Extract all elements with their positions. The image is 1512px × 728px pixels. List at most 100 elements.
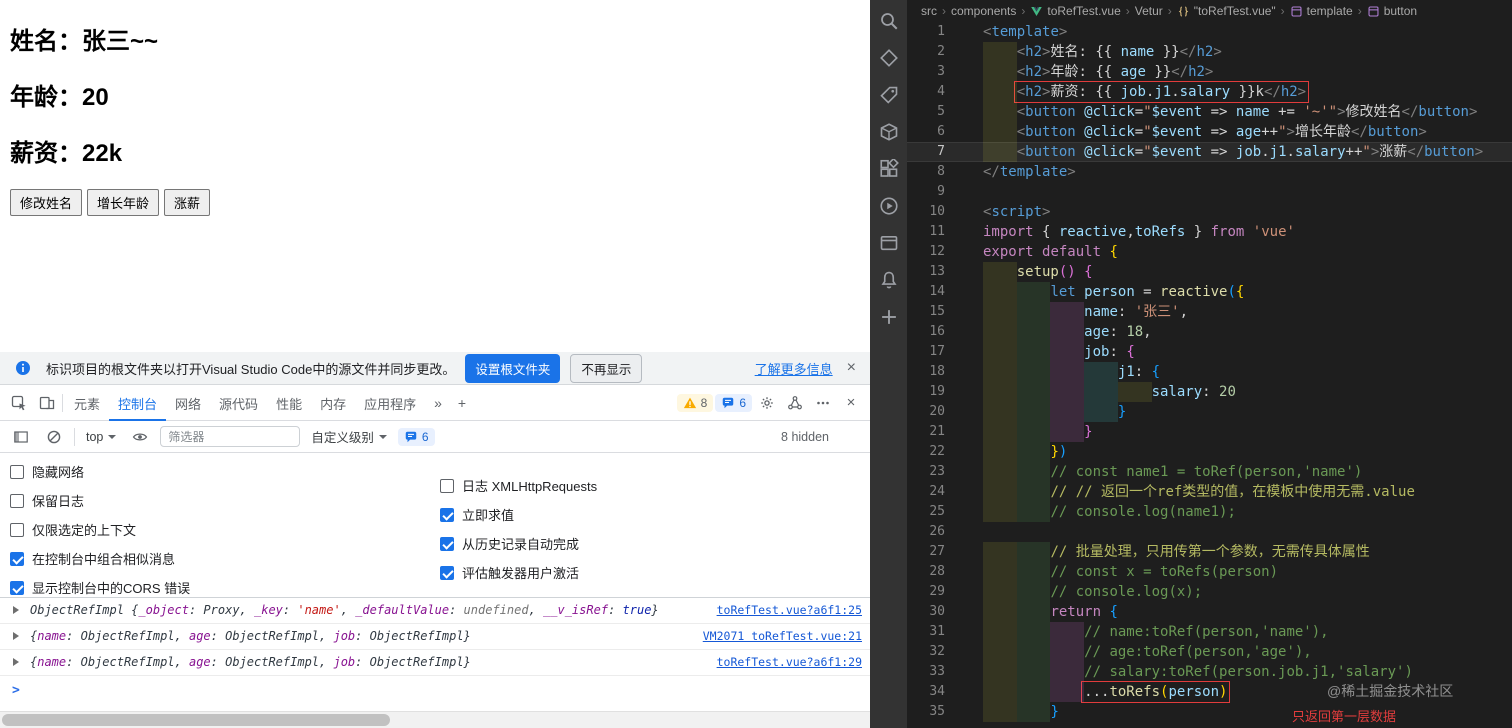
warnings-badge[interactable]: 8 bbox=[676, 393, 714, 412]
devtools-tab[interactable]: 控制台 bbox=[109, 385, 166, 421]
settings-checkbox[interactable]: 保留日志 bbox=[10, 491, 440, 510]
checkbox-checked-icon[interactable] bbox=[440, 507, 454, 522]
horizontal-scrollbar[interactable] bbox=[0, 711, 870, 728]
page-button[interactable]: 增长年龄 bbox=[87, 189, 160, 216]
settings-checkbox[interactable]: 仅限选定的上下文 bbox=[10, 520, 440, 539]
settings-checkbox[interactable]: 显示控制台中的CORS 错误 bbox=[10, 578, 440, 597]
context-selector[interactable]: top bbox=[82, 428, 120, 446]
code-line[interactable]: 1 <template> bbox=[907, 22, 1512, 42]
code-line[interactable]: 19 salary: 20 bbox=[907, 382, 1512, 402]
code-line[interactable]: 22 }) bbox=[907, 442, 1512, 462]
code-line[interactable]: 12 export default { bbox=[907, 242, 1512, 262]
breadcrumb-item[interactable]: toRefTest.vue bbox=[1030, 4, 1121, 18]
code-line[interactable]: 15 name: '张三', bbox=[907, 302, 1512, 322]
code-line[interactable]: 25 // console.log(name1); bbox=[907, 502, 1512, 522]
learn-more-link[interactable]: 了解更多信息 bbox=[755, 359, 833, 378]
checkbox-unchecked-icon[interactable] bbox=[10, 493, 24, 508]
console-message-row[interactable]: {name: ObjectRefImpl, age: ObjectRefImpl… bbox=[0, 650, 870, 676]
breadcrumb-item[interactable]: "toRefTest.vue" bbox=[1177, 4, 1276, 18]
set-root-folder-button[interactable]: 设置根文件夹 bbox=[465, 353, 561, 383]
tag-icon[interactable] bbox=[877, 83, 900, 106]
bell-icon[interactable] bbox=[877, 268, 900, 291]
code-line[interactable]: 32 // age:toRef(person,'age'), bbox=[907, 642, 1512, 662]
infobar-close-icon[interactable]: × bbox=[843, 359, 860, 377]
checkbox-unchecked-icon[interactable] bbox=[440, 478, 454, 493]
devtools-tab[interactable]: 应用程序 bbox=[355, 385, 425, 421]
window-icon[interactable] bbox=[877, 231, 900, 254]
code-line[interactable]: 7 <button @click="$event => job.j1.salar… bbox=[907, 142, 1512, 162]
settings-gear-icon[interactable] bbox=[754, 390, 780, 416]
code-line[interactable]: 20 } bbox=[907, 402, 1512, 422]
checkbox-unchecked-icon[interactable] bbox=[10, 522, 24, 537]
code-line[interactable]: 23 // const name1 = toRef(person,'name') bbox=[907, 462, 1512, 482]
dont-show-again-button[interactable]: 不再显示 bbox=[570, 353, 643, 383]
breadcrumb-item[interactable]: src bbox=[921, 4, 937, 18]
code-line[interactable]: 27 // 批量处理，只用传第一个参数，无需传具体属性 bbox=[907, 542, 1512, 562]
settings-checkbox[interactable]: 立即求值 bbox=[440, 505, 597, 524]
checkbox-checked-icon[interactable] bbox=[10, 580, 24, 595]
code-line[interactable]: 33 // salary:toRef(person.job.j1,'salary… bbox=[907, 662, 1512, 682]
console-sidebar-icon[interactable] bbox=[8, 424, 34, 450]
run-icon[interactable] bbox=[877, 194, 900, 217]
issues-badge[interactable]: 6 bbox=[715, 393, 752, 412]
source-link[interactable]: toRefTest.vue?a6f1:25 bbox=[717, 603, 862, 618]
checkbox-checked-icon[interactable] bbox=[10, 551, 24, 566]
add-icon[interactable] bbox=[877, 305, 900, 328]
disclosure-triangle-icon[interactable] bbox=[13, 632, 19, 640]
console-message-row[interactable]: ObjectRefImpl {_object: Proxy, _key: 'na… bbox=[0, 598, 870, 624]
diamond-icon[interactable] bbox=[877, 46, 900, 69]
code-line[interactable]: 9 bbox=[907, 182, 1512, 202]
code-line[interactable]: 2 <h2>姓名: {{ name }}</h2> bbox=[907, 42, 1512, 62]
search-icon[interactable] bbox=[877, 9, 900, 32]
code-line[interactable]: 5 <button @click="$event => name += '~'"… bbox=[907, 102, 1512, 122]
source-link[interactable]: VM2071 toRefTest.vue:21 bbox=[703, 629, 862, 644]
code-line[interactable]: 16 age: 18, bbox=[907, 322, 1512, 342]
scrollbar-thumb[interactable] bbox=[2, 714, 390, 726]
disclosure-triangle-icon[interactable] bbox=[13, 606, 19, 614]
source-link[interactable]: toRefTest.vue?a6f1:29 bbox=[717, 655, 862, 670]
code-line[interactable]: 26 bbox=[907, 522, 1512, 542]
breadcrumb-item[interactable]: template bbox=[1290, 4, 1353, 18]
settings-checkbox[interactable]: 从历史记录自动完成 bbox=[440, 534, 597, 553]
package-icon[interactable] bbox=[877, 120, 900, 143]
code-line[interactable]: 30 return { bbox=[907, 602, 1512, 622]
page-button[interactable]: 修改姓名 bbox=[10, 189, 83, 216]
devtools-tab[interactable]: 性能 bbox=[267, 385, 311, 421]
breadcrumb-item[interactable]: button bbox=[1367, 4, 1417, 18]
code-line[interactable]: 31 // name:toRef(person,'name'), bbox=[907, 622, 1512, 642]
more-tabs-button[interactable]: » bbox=[427, 395, 449, 411]
live-expression-eye-icon[interactable] bbox=[127, 424, 153, 450]
code-line[interactable]: 28 // const x = toRefs(person) bbox=[907, 562, 1512, 582]
console-prompt-row[interactable]: > bbox=[0, 676, 870, 711]
inspect-element-icon[interactable] bbox=[6, 390, 32, 416]
checkbox-checked-icon[interactable] bbox=[440, 536, 454, 551]
checkbox-checked-icon[interactable] bbox=[440, 565, 454, 580]
device-toolbar-icon[interactable] bbox=[34, 390, 60, 416]
code-line[interactable]: 8 </template> bbox=[907, 162, 1512, 182]
breadcrumb-item[interactable]: Vetur bbox=[1135, 4, 1163, 18]
code-line[interactable]: 29 // console.log(x); bbox=[907, 582, 1512, 602]
code-line[interactable]: 17 job: { bbox=[907, 342, 1512, 362]
settings-checkbox[interactable]: 评估触发器用户激活 bbox=[440, 563, 597, 582]
extensions-icon[interactable] bbox=[877, 157, 900, 180]
code-line[interactable]: 13 setup() { bbox=[907, 262, 1512, 282]
code-line[interactable]: 11 import { reactive,toRefs } from 'vue' bbox=[907, 222, 1512, 242]
checkbox-unchecked-icon[interactable] bbox=[10, 464, 24, 479]
breadcrumb-item[interactable]: components bbox=[951, 4, 1016, 18]
settings-checkbox[interactable]: 日志 XMLHttpRequests bbox=[440, 476, 597, 495]
more-options-icon[interactable] bbox=[810, 390, 836, 416]
devtools-tab[interactable]: 源代码 bbox=[210, 385, 267, 421]
disclosure-triangle-icon[interactable] bbox=[13, 658, 19, 666]
settings-checkbox[interactable]: 隐藏网络 bbox=[10, 462, 440, 481]
console-settings-gear-icon[interactable] bbox=[836, 424, 862, 450]
devtools-tab[interactable]: 元素 bbox=[65, 385, 109, 421]
code-line[interactable]: 3 <h2>年龄: {{ age }}</h2> bbox=[907, 62, 1512, 82]
settings-checkbox[interactable]: 在控制台中组合相似消息 bbox=[10, 549, 440, 568]
code-line[interactable]: 18 j1: { bbox=[907, 362, 1512, 382]
code-line[interactable]: 10 <script> bbox=[907, 202, 1512, 222]
devtools-tab[interactable]: 网络 bbox=[166, 385, 210, 421]
clear-console-icon[interactable] bbox=[41, 424, 67, 450]
code-line[interactable]: 21 } bbox=[907, 422, 1512, 442]
devtools-tab[interactable]: 内存 bbox=[311, 385, 355, 421]
console-message-row[interactable]: {name: ObjectRefImpl, age: ObjectRefImpl… bbox=[0, 624, 870, 650]
